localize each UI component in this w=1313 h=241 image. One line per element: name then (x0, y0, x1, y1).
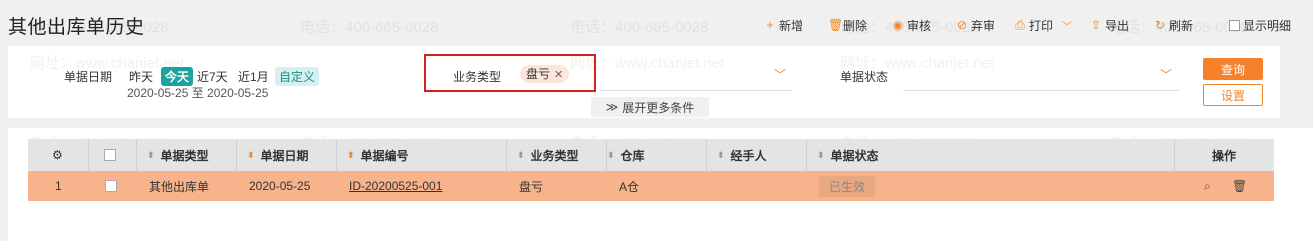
expand-label: 展开更多条件 (622, 100, 695, 115)
th-warehouse-label: 仓库 (620, 148, 645, 163)
cell-warehouse: A仓 (619, 179, 640, 194)
double-chevron-down-icon: ≫ (605, 100, 619, 114)
trash-icon[interactable]: 🗑 (1232, 171, 1247, 201)
biz-type-select[interactable] (600, 90, 792, 91)
th-actions: 操作 (1212, 148, 1237, 163)
cell-doc-type: 其他出库单 (149, 179, 210, 194)
sort-icon[interactable]: ⬍ (147, 150, 155, 161)
quick-date-7days[interactable]: 近7天 (197, 68, 228, 85)
table-row[interactable] (28, 171, 1274, 201)
annotation-highlight-box (424, 54, 596, 92)
th-doc-number[interactable]: ⬍ 单据编号 (347, 139, 409, 171)
sort-icon[interactable]: ⬍ (247, 150, 255, 161)
show-detail-toggle[interactable]: 显示明细 (1229, 17, 1291, 33)
export-icon: ⇪ (1090, 18, 1102, 32)
export-button[interactable]: ⇪ 导出 (1090, 17, 1129, 33)
date-range-value[interactable]: 2020-05-25 至 2020-05-25 (127, 84, 268, 101)
show-detail-label: 显示明细 (1243, 18, 1292, 33)
trash-icon: 🗑 (828, 18, 844, 32)
column-divider (236, 139, 237, 171)
th-status[interactable]: ⬍ 单据状态 (817, 139, 879, 171)
plus-icon: + (766, 18, 774, 32)
cell-doc-date: 2020-05-25 (249, 179, 311, 193)
expand-more-conditions[interactable]: ≫ 展开更多条件 (591, 97, 709, 117)
th-handler-label: 经手人 (730, 148, 767, 163)
add-label: 新增 (779, 18, 804, 33)
view-log-icon[interactable]: ⌕ (1204, 171, 1211, 201)
sort-icon[interactable]: ⬍ (817, 150, 825, 161)
query-button[interactable]: 查询 (1203, 58, 1263, 80)
column-divider (1174, 139, 1175, 171)
th-biz-type-label: 业务类型 (530, 148, 579, 163)
add-button[interactable]: + 新增 (764, 17, 803, 33)
stamp-icon: ◉ (892, 18, 904, 32)
print-button[interactable]: ⎙ 打印 ﹀ (1014, 17, 1072, 33)
chevron-down-icon[interactable]: ﹀ (774, 66, 786, 83)
status-filter-label: 单据状态 (840, 70, 889, 84)
th-warehouse[interactable]: ⬍ 仓库 (607, 139, 645, 171)
status-select[interactable] (903, 90, 1179, 91)
cell-biz-type: 盘亏 (519, 179, 544, 194)
delete-button[interactable]: 🗑 删除 (828, 17, 867, 33)
cell-status: 已生效 (819, 171, 876, 201)
date-filter-label: 单据日期 (64, 70, 113, 84)
audit-label: 审核 (907, 18, 932, 33)
column-divider (88, 139, 89, 171)
chevron-down-icon[interactable]: ﹀ (1160, 66, 1172, 83)
column-divider (136, 139, 137, 171)
column-divider (706, 139, 707, 171)
column-divider (506, 139, 507, 171)
quick-date-yesterday[interactable]: 昨天 (129, 68, 153, 85)
th-doc-date-label: 单据日期 (260, 148, 309, 163)
refresh-label: 刷新 (1169, 18, 1194, 33)
audit-button[interactable]: ◉ 审核 (892, 17, 931, 33)
column-divider (336, 139, 337, 171)
table-header (28, 139, 1274, 171)
cell-doc-number-link[interactable]: ID-20200525-001 (349, 171, 442, 201)
printer-icon: ⎙ (1015, 18, 1025, 32)
export-label: 导出 (1105, 18, 1130, 33)
th-doc-date[interactable]: ⬍ 单据日期 (247, 139, 309, 171)
show-detail-checkbox[interactable] (1229, 19, 1240, 31)
chevron-down-icon[interactable]: ﹀ (1062, 18, 1072, 33)
row-index: 1 (55, 179, 62, 193)
select-all-checkbox[interactable] (104, 139, 116, 171)
sort-icon[interactable]: ⬍ (347, 150, 355, 161)
th-handler[interactable]: ⬍ 经手人 (717, 139, 767, 171)
refresh-button[interactable]: ↻ 刷新 (1154, 17, 1193, 33)
th-biz-type[interactable]: ⬍ 业务类型 (517, 139, 579, 171)
quick-date-1month[interactable]: 近1月 (238, 68, 269, 85)
unaudit-button[interactable]: ⊘ 弃审 (956, 17, 995, 33)
column-divider (806, 139, 807, 171)
th-doc-type-label: 单据类型 (160, 148, 209, 163)
column-settings-icon[interactable]: ⚙ (52, 139, 63, 171)
sort-icon[interactable]: ⬍ (717, 150, 725, 161)
sort-icon[interactable]: ⬍ (517, 150, 525, 161)
sort-icon[interactable]: ⬍ (607, 150, 615, 161)
print-label: 打印 (1029, 18, 1054, 33)
th-doc-type[interactable]: ⬍ 单据类型 (147, 139, 209, 171)
unaudit-label: 弃审 (971, 18, 996, 33)
watermark-phone: 电话：400-665-0028 (300, 19, 439, 36)
status-badge: 已生效 (819, 175, 876, 197)
page-title: 其他出库单历史 (8, 17, 145, 38)
unaudit-icon: ⊘ (956, 18, 968, 32)
watermark-phone: 电话：400-665-0028 (570, 19, 709, 36)
th-status-label: 单据状态 (830, 148, 879, 163)
quick-date-custom[interactable]: 自定义 (275, 67, 320, 86)
row-checkbox[interactable] (105, 171, 117, 201)
refresh-icon: ↻ (1154, 18, 1166, 32)
delete-label: 删除 (843, 18, 868, 33)
th-doc-number-label: 单据编号 (360, 148, 409, 163)
settings-button[interactable]: 设置 (1203, 84, 1263, 106)
